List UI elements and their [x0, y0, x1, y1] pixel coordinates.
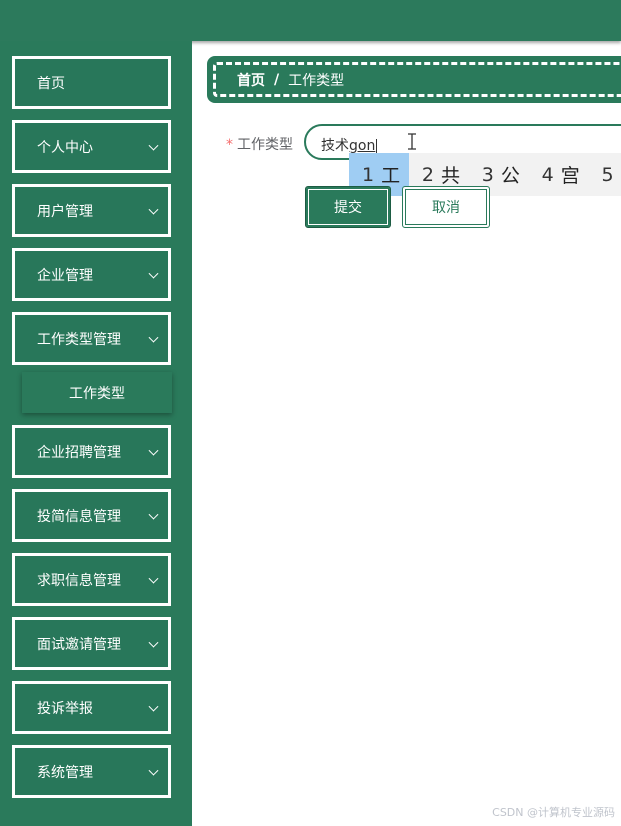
ime-candidate-number: 1	[362, 163, 375, 186]
field-label-text: 工作类型	[237, 137, 293, 153]
breadcrumb-separator: /	[274, 71, 280, 88]
sidebar-item-label: 企业管理	[37, 267, 93, 284]
sidebar-item-label: 求职信息管理	[37, 572, 121, 589]
sidebar-item-job-type-management[interactable]: 工作类型管理	[12, 312, 171, 365]
ime-candidate-text: 共	[440, 165, 460, 187]
text-cursor-icon	[408, 133, 416, 150]
sidebar-item-resume-management[interactable]: 投简信息管理	[12, 489, 171, 542]
ime-candidate-number: 5	[601, 163, 614, 186]
breadcrumb-current: 工作类型	[288, 72, 345, 89]
chevron-down-icon	[148, 509, 159, 520]
chevron-down-icon	[148, 445, 159, 456]
text-caret	[376, 138, 378, 154]
job-type-field-label: * 工作类型	[226, 134, 293, 154]
ime-candidate-number: 2	[421, 163, 434, 186]
ime-candidate-text: 宫	[560, 165, 580, 187]
ime-candidate-number: 4	[541, 163, 554, 186]
input-value: 技术gon	[321, 135, 378, 155]
sidebar-item-label: 用户管理	[37, 203, 93, 220]
input-composing-text: gon	[349, 138, 376, 154]
chevron-down-icon	[148, 701, 159, 712]
sidebar-item-job-seeking-management[interactable]: 求职信息管理	[12, 553, 171, 606]
chevron-down-icon	[148, 140, 159, 151]
sidebar-item-label: 投诉举报	[37, 700, 93, 717]
breadcrumb-trail: 首页 / 工作类型	[237, 56, 344, 103]
sidebar-item-label: 系统管理	[37, 764, 93, 781]
sidebar-item-personal-center[interactable]: 个人中心	[12, 120, 171, 173]
sidebar-item-label: 首页	[37, 75, 65, 92]
sidebar-item-label: 工作类型管理	[37, 331, 121, 348]
ime-candidate-4[interactable]: 4宫	[529, 153, 589, 196]
submit-button[interactable]: 提交	[305, 186, 391, 228]
sidebar-item-label: 企业招聘管理	[37, 444, 121, 461]
sidebar-item-company-management[interactable]: 企业管理	[12, 248, 171, 301]
sidebar-item-interview-management[interactable]: 面试邀请管理	[12, 617, 171, 670]
chevron-down-icon	[148, 765, 159, 776]
ime-candidate-number: 3	[481, 163, 494, 186]
input-committed-text: 技术	[321, 138, 349, 154]
sidebar-item-recruitment-management[interactable]: 企业招聘管理	[12, 425, 171, 478]
breadcrumb-home-link[interactable]: 首页	[237, 70, 265, 90]
sidebar-item-user-management[interactable]: 用户管理	[12, 184, 171, 237]
sidebar-item-label: 投简信息管理	[37, 508, 121, 525]
sidebar-subitem-job-type[interactable]: 工作类型	[22, 372, 172, 413]
chevron-down-icon	[148, 268, 159, 279]
sidebar-item-label: 个人中心	[37, 139, 93, 156]
chevron-down-icon	[148, 332, 159, 343]
cancel-button[interactable]: 取消	[402, 186, 490, 228]
ime-candidate-text: 公	[500, 165, 520, 187]
watermark-text: CSDN @计算机专业源码	[492, 806, 615, 819]
chevron-down-icon	[148, 573, 159, 584]
sidebar-item-complaints[interactable]: 投诉举报	[12, 681, 171, 734]
sidebar-item-home[interactable]: 首页	[12, 56, 171, 109]
ime-candidate-text: 工	[381, 165, 401, 187]
chevron-down-icon	[148, 637, 159, 648]
breadcrumb: 首页 / 工作类型	[207, 56, 621, 103]
sidebar-item-system-management[interactable]: 系统管理	[12, 745, 171, 798]
top-header-bar	[0, 0, 621, 41]
sidebar-item-label: 面试邀请管理	[37, 636, 121, 653]
chevron-down-icon	[148, 204, 159, 215]
ime-candidate-5[interactable]: 5	[589, 153, 621, 196]
required-mark: *	[226, 137, 233, 153]
